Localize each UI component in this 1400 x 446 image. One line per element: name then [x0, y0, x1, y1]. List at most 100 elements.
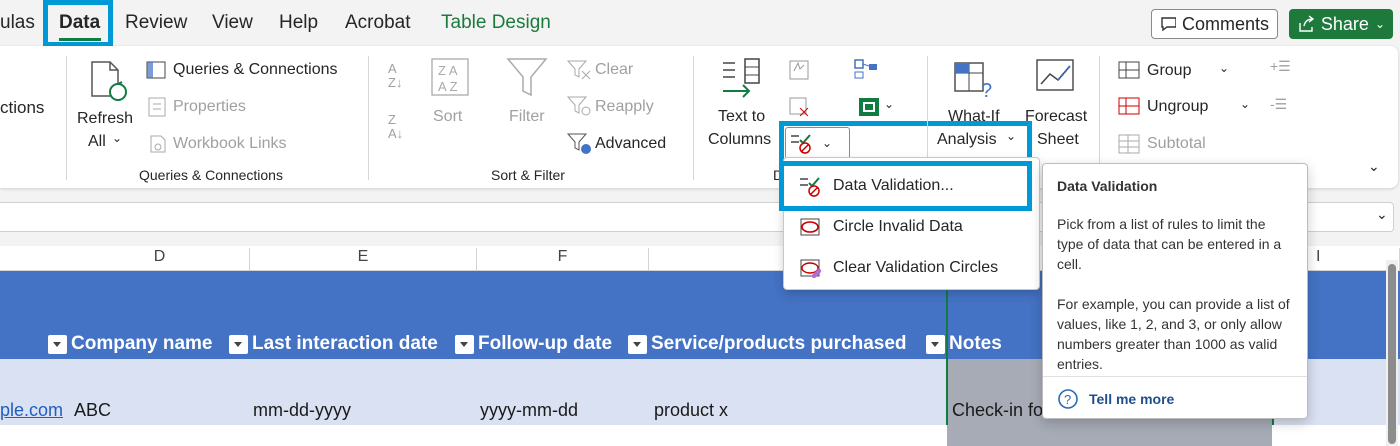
cell-company[interactable]: ABC [74, 400, 111, 421]
menu-item-label: Circle Invalid Data [833, 218, 963, 235]
refresh-icon [91, 61, 127, 101]
advanced-filter-icon [566, 133, 591, 154]
workbook-links-button[interactable]: Workbook Links [173, 135, 287, 153]
text-to-columns-label[interactable]: Text to [718, 108, 765, 126]
tooltip-example: For example, you can provide a list of v… [1057, 296, 1290, 372]
hide-detail-icon[interactable]: -☰ [1270, 96, 1287, 113]
filter-dropdown-icon[interactable] [455, 334, 474, 354]
tell-me-more-label: Tell me more [1089, 391, 1175, 407]
scrollbar-thumb[interactable] [1388, 264, 1396, 444]
chevron-down-icon: ⌄ [1006, 129, 1017, 143]
what-if-analysis-icon: ? [954, 62, 992, 99]
flash-fill-icon [789, 60, 809, 80]
header-label: Last interaction date [252, 333, 438, 354]
header-label: Follow-up date [478, 333, 613, 354]
ribbon-separator [1099, 56, 1100, 180]
ribbon-separator [66, 56, 67, 180]
comment-icon [1161, 17, 1176, 32]
ribbon-separator [693, 56, 694, 180]
tooltip-description: Pick from a list of rules to limit the t… [1057, 216, 1282, 272]
header-notes[interactable]: Notes [926, 333, 1002, 355]
reapply-button[interactable]: Reapply [595, 98, 654, 116]
chevron-down-icon: ⌄ [884, 97, 895, 111]
sort-az-icon: A Z↓ [388, 61, 403, 90]
text-to-columns-icon [723, 58, 760, 98]
menu-item-clear-validation-circles[interactable]: Clear Validation Circles [791, 251, 1031, 285]
advanced-button[interactable]: Advanced [595, 135, 666, 153]
column-header-f[interactable]: F [477, 248, 649, 270]
cell-email[interactable]: ple.com [0, 400, 63, 421]
properties-button[interactable]: Properties [173, 98, 246, 116]
tell-me-more-link[interactable]: ? Tell me more [1057, 388, 1174, 410]
refresh-all-label-2[interactable]: All [88, 133, 106, 151]
ungroup-button[interactable]: Ungroup [1147, 98, 1208, 116]
sort-icon: Z AA Z [431, 58, 469, 96]
clear-filter-icon [566, 60, 591, 80]
header-service-products[interactable]: Service/products purchased [628, 333, 907, 355]
what-if-analysis-label-2[interactable]: Analysis [937, 131, 997, 149]
header-follow-up-date[interactable]: Follow-up date [455, 333, 612, 355]
filter-dropdown-icon[interactable] [48, 334, 67, 354]
ribbon-separator [368, 56, 369, 180]
collapse-ribbon-icon[interactable]: ⌄ [1368, 158, 1380, 175]
tab-view[interactable]: View [212, 12, 253, 34]
menu-item-circle-invalid-data[interactable]: Circle Invalid Data [791, 210, 1031, 244]
svg-text:Z A: Z A [438, 63, 458, 78]
comments-button[interactable]: Comments [1151, 9, 1278, 39]
chevron-down-icon: ⌄ [1240, 97, 1251, 111]
share-icon [1299, 15, 1315, 32]
filter-dropdown-icon[interactable] [229, 334, 248, 354]
header-company-name[interactable]: Company name [48, 333, 212, 355]
forecast-sheet-label-2[interactable]: Sheet [1037, 131, 1079, 149]
header-last-interaction-date[interactable]: Last interaction date [229, 333, 438, 355]
clear-button[interactable]: Clear [595, 61, 633, 79]
subtotal-button[interactable]: Subtotal [1147, 135, 1206, 153]
filter-icon [506, 58, 548, 97]
queries-connections-button[interactable]: Queries & Connections [173, 61, 338, 79]
selected-notes-cell-2[interactable] [947, 425, 1272, 446]
group-label-queries: Queries & Connections [139, 167, 283, 183]
comments-label: Comments [1181, 13, 1269, 34]
sort-button[interactable]: Sort [433, 108, 462, 126]
column-header-e[interactable]: E [250, 248, 477, 270]
chevron-down-icon: ⌄ [1219, 61, 1230, 75]
tab-formulas[interactable]: ulas [0, 12, 35, 34]
get-data-partial-label[interactable]: ctions [0, 98, 44, 118]
header-label: Company name [71, 333, 213, 354]
queries-connections-icon [146, 61, 166, 79]
tooltip-title: Data Validation [1057, 178, 1158, 194]
cell-product[interactable]: product x [654, 400, 728, 421]
tab-review[interactable]: Review [125, 12, 187, 34]
tooltip-divider [1043, 376, 1307, 377]
data-model-icon [859, 98, 879, 116]
svg-text:A Z: A Z [438, 79, 458, 94]
tab-acrobat[interactable]: Acrobat [345, 12, 410, 34]
svg-text:?: ? [981, 80, 992, 99]
forecast-sheet-label[interactable]: Forecast [1025, 108, 1087, 126]
column-header-d[interactable]: D [70, 248, 250, 270]
cell-notes[interactable]: Check-in fo [952, 400, 1043, 421]
cell-follow-up[interactable]: yyyy-mm-dd [480, 400, 578, 421]
show-detail-icon[interactable]: +☰ [1270, 58, 1291, 75]
share-button[interactable]: Share ⌄ [1289, 9, 1393, 39]
filter-button[interactable]: Filter [509, 108, 545, 126]
cell-last-interaction[interactable]: mm-dd-yyyy [253, 400, 351, 421]
forecast-sheet-icon [1036, 59, 1074, 91]
filter-dropdown-icon[interactable] [926, 334, 945, 354]
ungroup-icon [1118, 97, 1140, 115]
menu-item-label: Clear Validation Circles [833, 259, 999, 276]
what-if-analysis-label[interactable]: What-If [948, 108, 1000, 126]
header-label: Notes [949, 333, 1002, 354]
group-button[interactable]: Group [1147, 62, 1191, 80]
tab-help[interactable]: Help [279, 12, 318, 34]
help-icon: ? [1058, 389, 1078, 409]
highlight-box-menu-item [779, 161, 1032, 211]
tab-table-design[interactable]: Table Design [441, 12, 551, 34]
svg-text:?: ? [1064, 392, 1071, 407]
filter-dropdown-icon[interactable] [628, 334, 647, 354]
text-to-columns-label-2[interactable]: Columns [708, 131, 771, 149]
share-label: Share [1320, 13, 1369, 34]
expand-formula-bar-icon[interactable]: ⌄ [1376, 206, 1388, 223]
refresh-all-label[interactable]: Refresh [77, 110, 133, 128]
workbook-links-icon [150, 135, 166, 153]
